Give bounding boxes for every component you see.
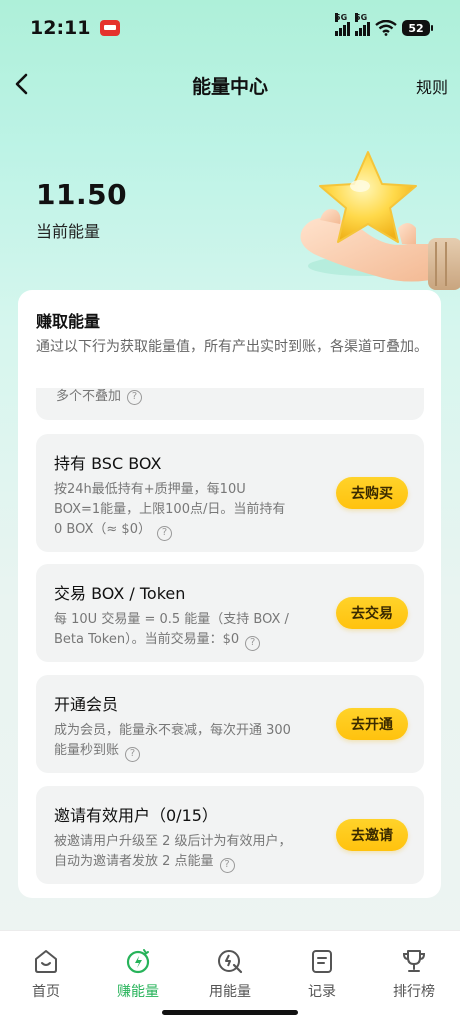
task-description-text: 成为会员，能量永不衰减，每次开通 300 能量秒到账 xyxy=(54,723,291,758)
status-time: 12:11 xyxy=(30,17,91,39)
home-icon xyxy=(35,950,57,973)
open-membership-button[interactable]: 去开通 xyxy=(336,708,408,740)
task-description: 按24h最低持有+质押量，每10U BOX=1能量，上限100点/日。当前持有0… xyxy=(54,480,292,541)
help-icon[interactable]: ? xyxy=(219,857,235,873)
tab-label: 排行榜 xyxy=(393,984,435,1000)
task-description-text: 多个不叠加 xyxy=(56,389,122,404)
help-icon[interactable]: ? xyxy=(156,525,172,541)
buy-button[interactable]: 去购买 xyxy=(336,477,408,509)
current-energy-value: 11.50 xyxy=(36,178,128,211)
tab-label: 用能量 xyxy=(209,984,251,1000)
task-item-membership: 开通会员 成为会员，能量永不衰减，每次开通 300 能量秒到账? 去开通 xyxy=(36,675,424,773)
battery-icon: 52 xyxy=(402,20,433,36)
task-item-partial: 多个不叠加 ? xyxy=(36,388,424,420)
current-energy-label: 当前能量 xyxy=(36,222,101,241)
task-description: 成为会员，能量永不衰减，每次开通 300 能量秒到账? xyxy=(54,721,292,762)
task-title: 持有 BSC BOX xyxy=(54,454,162,473)
notification-app-icon xyxy=(100,20,121,36)
cellular-signal-icon: 5G xyxy=(355,13,370,36)
record-icon xyxy=(312,950,332,973)
trade-button[interactable]: 去交易 xyxy=(336,597,408,629)
tab-label: 记录 xyxy=(308,984,336,1000)
battery-level: 52 xyxy=(408,21,424,35)
tab-leaderboard[interactable]: 排行榜 xyxy=(368,931,460,1024)
home-indicator[interactable] xyxy=(162,1010,298,1015)
task-title: 开通会员 xyxy=(54,695,119,714)
task-title: 交易 BOX / Token xyxy=(54,584,186,603)
task-item-hold-box: 持有 BSC BOX 按24h最低持有+质押量，每10U BOX=1能量，上限1… xyxy=(36,434,424,552)
help-icon[interactable]: ? xyxy=(245,635,261,651)
help-icon[interactable]: ? xyxy=(125,746,141,762)
page-title: 能量中心 xyxy=(191,76,268,98)
task-description: 每 10U 交易量 = 0.5 能量（支持 BOX / Beta Token）。… xyxy=(54,610,292,651)
tab-label: 赚能量 xyxy=(117,984,159,1000)
rules-link[interactable]: 规则 xyxy=(416,74,448,98)
earn-energy-card: 赚取能量 通过以下行为获取能量值，所有产出实时到账，各渠道可叠加。 多个不叠加 … xyxy=(18,290,441,898)
trophy-icon xyxy=(402,950,426,972)
earn-energy-icon xyxy=(126,949,150,974)
tab-label: 首页 xyxy=(32,984,60,1000)
invite-button[interactable]: 去邀请 xyxy=(336,819,408,851)
task-item-trade: 交易 BOX / Token 每 10U 交易量 = 0.5 能量（支持 BOX… xyxy=(36,564,424,662)
cellular-signal-icon: 5G xyxy=(335,13,350,36)
tab-home[interactable]: 首页 xyxy=(0,931,92,1024)
help-icon[interactable]: ? xyxy=(127,389,143,405)
task-description-text: 被邀请用户升级至 2 级后计为有效用户，自动为邀请者发放 2 点能量 xyxy=(54,834,292,869)
earn-energy-description: 通过以下行为获取能量值，所有产出实时到账，各渠道可叠加。 xyxy=(36,339,428,355)
network-type-label: 5G xyxy=(355,13,368,22)
task-item-invite: 邀请有效用户（0/15） 被邀请用户升级至 2 级后计为有效用户，自动为邀请者发… xyxy=(36,786,424,884)
nav-bar: 能量中心 规则 xyxy=(0,62,460,106)
use-energy-icon xyxy=(218,950,243,974)
network-type-label: 5G xyxy=(335,13,348,22)
task-title: 邀请有效用户（0/15） xyxy=(54,806,218,825)
status-indicators: 5G 5G 52 xyxy=(335,13,433,36)
task-description: 被邀请用户升级至 2 级后计为有效用户，自动为邀请者发放 2 点能量? xyxy=(54,832,292,873)
earn-energy-title: 赚取能量 xyxy=(36,312,101,331)
hand-star-illustration xyxy=(300,151,460,290)
task-description: 多个不叠加 ? xyxy=(56,388,404,406)
wifi-icon xyxy=(375,20,397,36)
status-bar: 12:11 5G 5G 52 xyxy=(0,0,460,56)
